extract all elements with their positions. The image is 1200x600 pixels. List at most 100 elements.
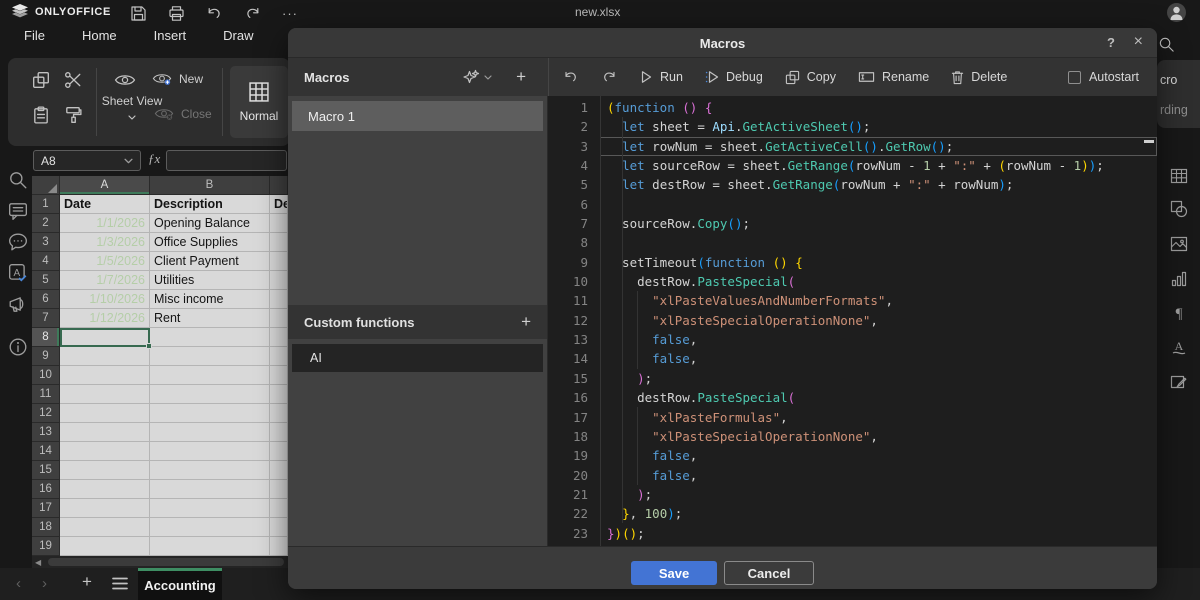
textart-settings-icon[interactable]: A (1170, 338, 1188, 356)
cell-C1[interactable]: De (270, 195, 288, 214)
row-header-4[interactable]: 4 (32, 252, 60, 271)
search-icon[interactable] (1158, 36, 1175, 53)
cell-A16[interactable] (60, 480, 150, 499)
search-icon[interactable] (8, 170, 28, 190)
row-header-7[interactable]: 7 (32, 309, 60, 328)
cell-B9[interactable] (150, 347, 270, 366)
cell-A6[interactable]: 1/10/2026 (60, 290, 150, 309)
code-line-1[interactable]: 1(function () { (548, 98, 1157, 117)
menu-tab-file[interactable]: File (24, 28, 45, 43)
recording-button-truncated-label[interactable]: rding (1160, 103, 1188, 117)
cancel-button[interactable]: Cancel (724, 561, 814, 585)
cell-B15[interactable] (150, 461, 270, 480)
signature-settings-icon[interactable] (1170, 373, 1188, 391)
more-actions-icon[interactable]: ··· (282, 5, 298, 22)
row-header-19[interactable]: 19 (32, 537, 60, 556)
paste-icon[interactable] (32, 106, 50, 124)
cell-B1[interactable]: Description (150, 195, 270, 214)
cell-B10[interactable] (150, 366, 270, 385)
code-line-22[interactable]: 22 }, 100); (548, 504, 1157, 523)
code-line-5[interactable]: 5 let destRow = sheet.GetRange(rowNum + … (548, 175, 1157, 194)
code-line-11[interactable]: 11 "xlPasteValuesAndNumberFormats", (548, 291, 1157, 310)
cell-B6[interactable]: Misc income (150, 290, 270, 309)
cell-C18[interactable] (270, 518, 288, 537)
copy-icon[interactable] (32, 71, 50, 89)
select-all-corner[interactable] (32, 176, 60, 195)
dialog-title-bar[interactable]: Macros ? × (288, 28, 1157, 58)
code-line-4[interactable]: 4 let sourceRow = sheet.GetRange(rowNum … (548, 156, 1157, 175)
cell-C6[interactable] (270, 290, 288, 309)
column-header-a[interactable]: A (60, 176, 150, 195)
code-line-23[interactable]: 23})(); (548, 524, 1157, 543)
cell-A18[interactable] (60, 518, 150, 537)
image-settings-icon[interactable] (1170, 235, 1188, 253)
macro-button-truncated-label[interactable]: cro (1160, 73, 1177, 87)
row-header-16[interactable]: 16 (32, 480, 60, 499)
comments-icon[interactable] (8, 201, 28, 221)
chart-settings-icon[interactable] (1170, 270, 1188, 288)
cell-C4[interactable] (270, 252, 288, 271)
row-header-8[interactable]: 8 (32, 328, 60, 347)
cell-C14[interactable] (270, 442, 288, 461)
formula-input[interactable] (166, 150, 287, 171)
add-macro-button[interactable]: + (516, 67, 526, 87)
cut-icon[interactable] (64, 71, 82, 89)
cell-A11[interactable] (60, 385, 150, 404)
cell-A4[interactable]: 1/5/2026 (60, 252, 150, 271)
cell-C3[interactable] (270, 233, 288, 252)
row-header-6[interactable]: 6 (32, 290, 60, 309)
dialog-help-button[interactable]: ? (1107, 35, 1115, 50)
row-header-15[interactable]: 15 (32, 461, 60, 480)
row-header-1[interactable]: 1 (32, 195, 60, 214)
cell-A12[interactable] (60, 404, 150, 423)
run-button[interactable]: Run (639, 70, 683, 84)
code-line-7[interactable]: 7 sourceRow.Copy(); (548, 214, 1157, 233)
normal-view-button[interactable]: Normal (230, 66, 288, 138)
custom-function-item-ai[interactable]: AI (292, 344, 543, 372)
rename-button[interactable]: Rename (858, 70, 929, 84)
redo-icon[interactable] (244, 5, 261, 22)
cell-B13[interactable] (150, 423, 270, 442)
row-header-5[interactable]: 5 (32, 271, 60, 290)
cell-A13[interactable] (60, 423, 150, 442)
cell-C10[interactable] (270, 366, 288, 385)
copy-button[interactable]: Copy (785, 70, 836, 85)
code-line-21[interactable]: 21 ); (548, 485, 1157, 504)
spellcheck-icon[interactable]: A (8, 263, 28, 283)
horizontal-scrollbar[interactable]: ◀ (32, 556, 288, 568)
cell-A2[interactable]: 1/1/2026 (60, 214, 150, 233)
dialog-close-button[interactable]: × (1134, 33, 1143, 51)
selection-fill-handle[interactable] (146, 343, 152, 349)
format-painter-icon[interactable] (64, 106, 82, 124)
undo-icon[interactable] (206, 5, 223, 22)
cell-B12[interactable] (150, 404, 270, 423)
tab-prev-icon[interactable]: ‹ (16, 575, 21, 592)
cell-A9[interactable] (60, 347, 150, 366)
cell-B4[interactable]: Client Payment (150, 252, 270, 271)
row-header-11[interactable]: 11 (32, 385, 60, 404)
code-line-13[interactable]: 13 false, (548, 330, 1157, 349)
cell-A7[interactable]: 1/12/2026 (60, 309, 150, 328)
cell-C19[interactable] (270, 537, 288, 556)
cell-name-box[interactable]: A8 (33, 150, 141, 171)
save-button[interactable]: Save (631, 561, 717, 585)
cell-C12[interactable] (270, 404, 288, 423)
code-line-20[interactable]: 20 false, (548, 466, 1157, 485)
chat-icon[interactable] (8, 232, 28, 252)
print-icon[interactable] (168, 5, 185, 22)
cell-A1[interactable]: Date (60, 195, 150, 214)
cell-B8[interactable] (150, 328, 270, 347)
shape-settings-icon[interactable] (1170, 200, 1188, 218)
cell-C13[interactable] (270, 423, 288, 442)
cell-B7[interactable]: Rent (150, 309, 270, 328)
cell-C7[interactable] (270, 309, 288, 328)
chevron-down-icon[interactable] (124, 158, 133, 164)
cell-A5[interactable]: 1/7/2026 (60, 271, 150, 290)
scroll-left-icon[interactable]: ◀ (35, 558, 41, 567)
cell-B3[interactable]: Office Supplies (150, 233, 270, 252)
code-line-6[interactable]: 6 (548, 195, 1157, 214)
menu-tab-draw[interactable]: Draw (223, 28, 253, 43)
cell-B5[interactable]: Utilities (150, 271, 270, 290)
redo-icon[interactable] (601, 69, 617, 85)
cell-B11[interactable] (150, 385, 270, 404)
